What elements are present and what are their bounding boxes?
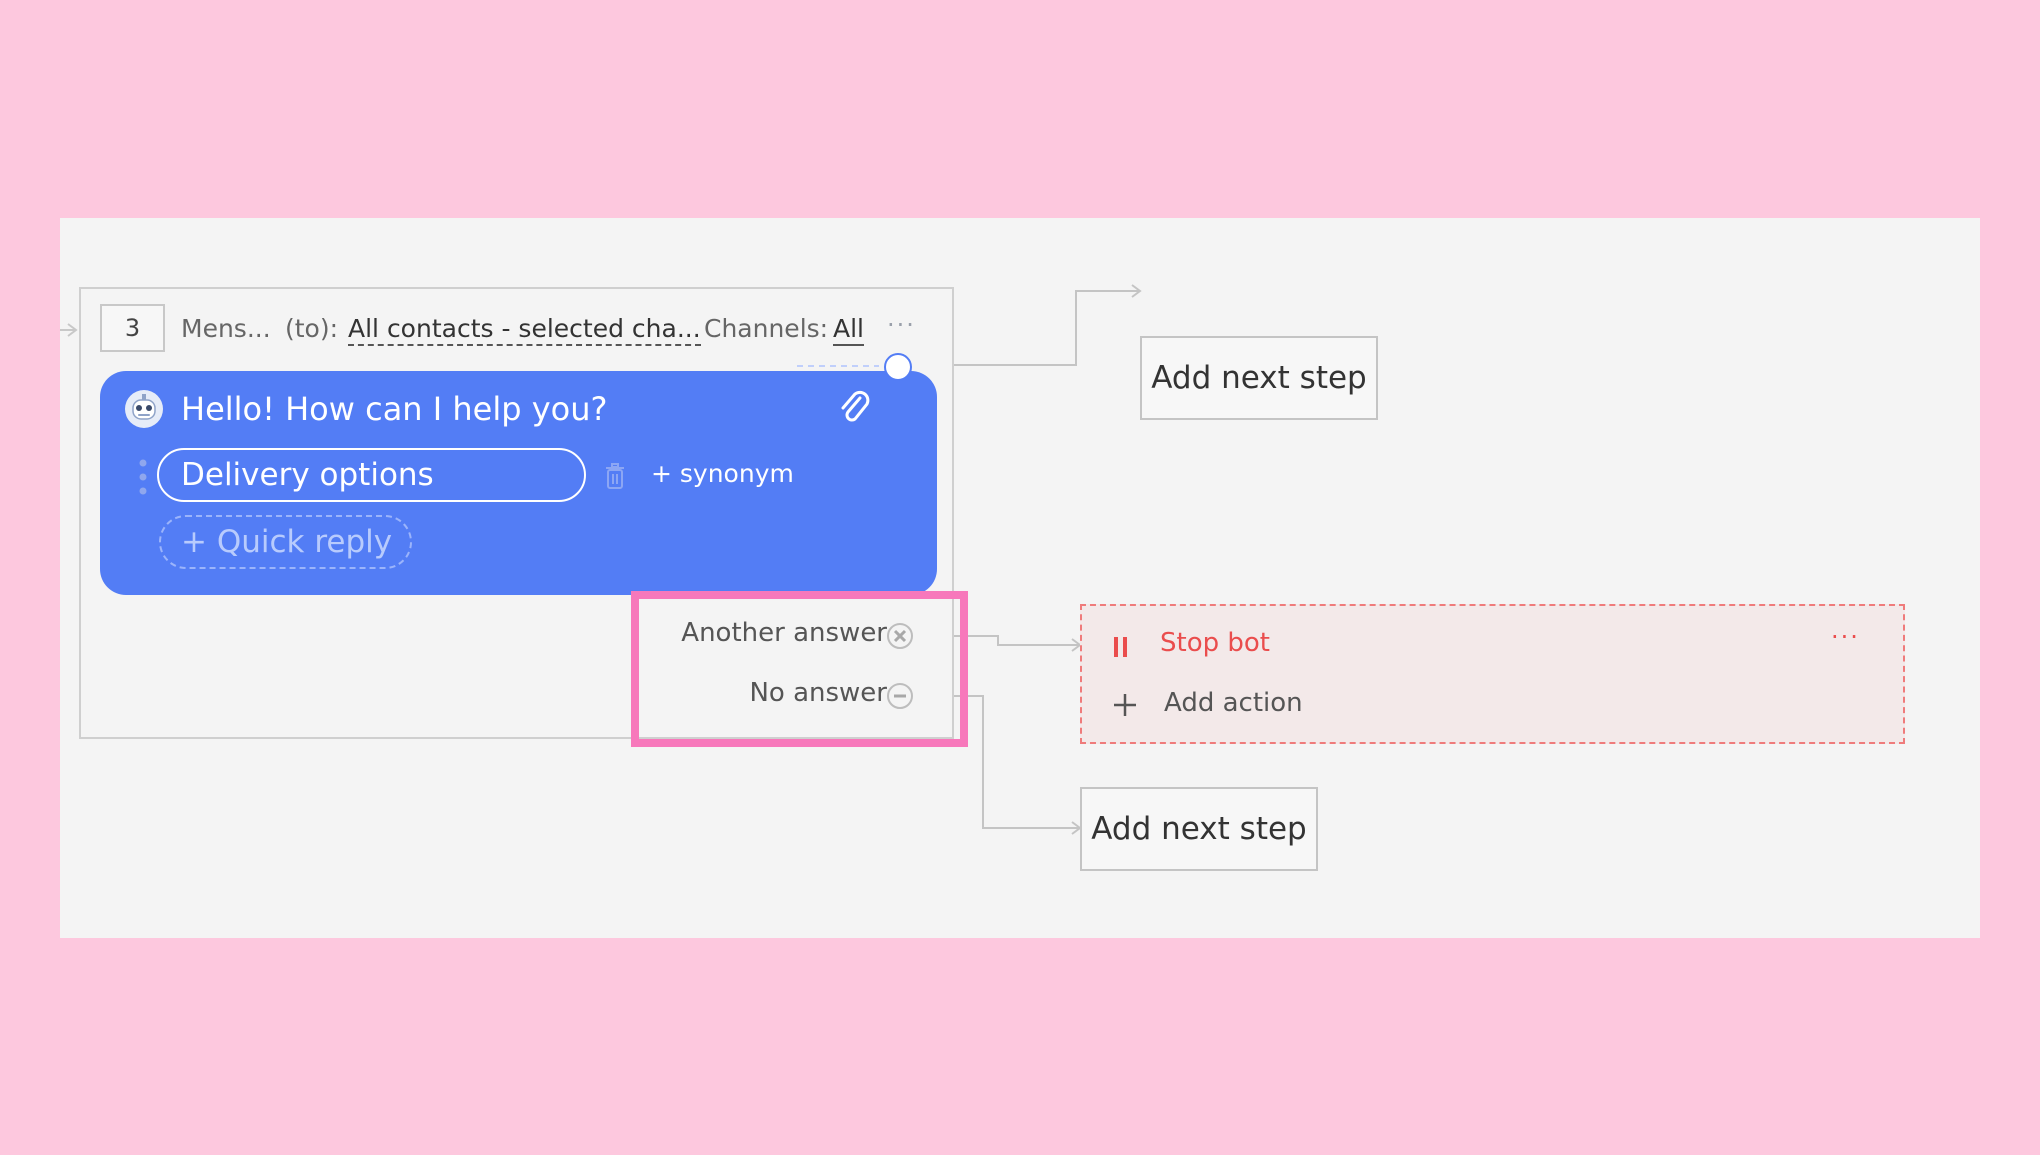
pause-icon <box>1114 637 1127 657</box>
stop-bot-action-card[interactable] <box>1080 604 1905 744</box>
add-action-button[interactable]: Add action <box>1164 688 1303 718</box>
step-type-label: Mens... <box>181 314 271 343</box>
flow-canvas: 3 Mens... (to): All contacts - selected … <box>60 218 1980 938</box>
step-menu-icon[interactable]: ··· <box>887 311 916 339</box>
add-next-step-button-bottom[interactable]: Add next step <box>1080 787 1318 871</box>
stop-bot-label: Stop bot <box>1160 628 1270 658</box>
quick-reply-chip[interactable]: Delivery options <box>157 448 586 502</box>
recipient-selector[interactable]: All contacts - selected cha... <box>348 314 701 346</box>
add-quick-reply-label: + Quick reply <box>181 524 393 560</box>
add-quick-reply-button[interactable]: + Quick reply <box>159 515 412 569</box>
message-text[interactable]: Hello! How can I help you? <box>181 390 607 428</box>
step-number-badge: 3 <box>100 304 165 352</box>
channels-label: Channels: <box>704 314 829 343</box>
paperclip-icon[interactable] <box>836 388 872 428</box>
quick-reply-port-icon[interactable] <box>882 351 914 383</box>
bot-avatar-icon <box>125 390 163 428</box>
stop-action-menu-icon[interactable]: ··· <box>1831 623 1860 651</box>
add-next-step-button-top[interactable]: Add next step <box>1140 336 1378 420</box>
add-synonym-link[interactable]: + synonym <box>651 459 794 488</box>
trash-icon[interactable] <box>603 462 627 490</box>
drag-handle-icon[interactable] <box>138 458 148 496</box>
recipient-label: (to): <box>285 314 339 343</box>
plus-icon[interactable] <box>1113 693 1137 717</box>
channels-selector[interactable]: All <box>833 314 864 346</box>
highlight-frame <box>631 591 968 747</box>
